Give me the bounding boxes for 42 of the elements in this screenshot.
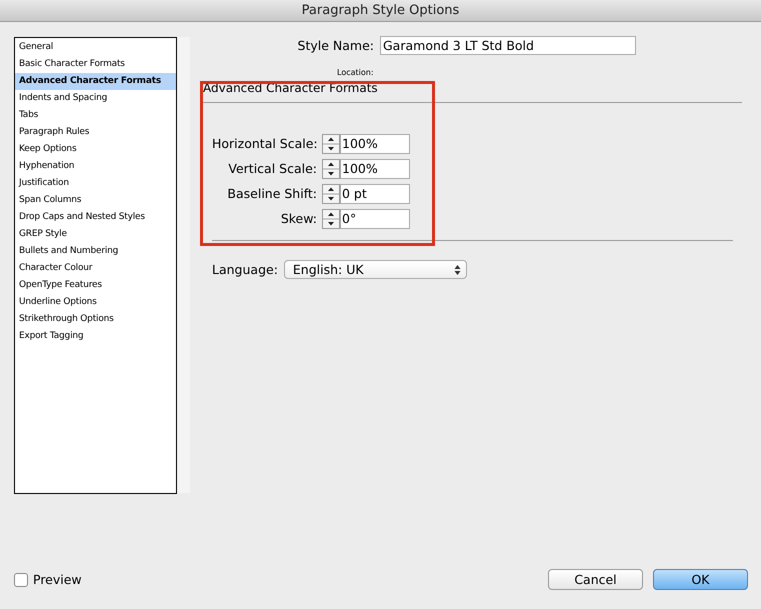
- category-item[interactable]: Keep Options: [15, 141, 176, 158]
- category-item[interactable]: Indents and Spacing: [15, 90, 176, 107]
- category-item[interactable]: Character Colour: [15, 260, 176, 277]
- category-item[interactable]: Bullets and Numbering: [15, 243, 176, 260]
- stepper-icon[interactable]: [322, 134, 340, 154]
- ok-button[interactable]: OK: [653, 569, 748, 590]
- field-label: Horizontal Scale:: [212, 136, 317, 151]
- field-label: Skew:: [280, 211, 317, 226]
- category-item[interactable]: Underline Options: [15, 294, 176, 311]
- stepper-icon[interactable]: [322, 158, 340, 178]
- preview-label: Preview: [33, 572, 82, 587]
- category-item[interactable]: Advanced Character Formats: [15, 73, 176, 90]
- language-label: Language:: [212, 262, 278, 277]
- category-item[interactable]: Span Columns: [15, 192, 176, 209]
- style-name-label: Style Name:: [296, 38, 374, 53]
- location-label: Location:: [337, 68, 374, 77]
- cancel-button[interactable]: Cancel: [548, 569, 643, 590]
- category-item[interactable]: Drop Caps and Nested Styles: [15, 209, 176, 226]
- value-field[interactable]: 100%: [340, 134, 410, 154]
- category-item[interactable]: Justification: [15, 175, 176, 192]
- section-title: Advanced Character Formats: [202, 81, 379, 95]
- value-field[interactable]: 0 pt: [340, 184, 410, 204]
- value-field[interactable]: 0°: [340, 208, 410, 228]
- category-item[interactable]: Strikethrough Options: [15, 311, 176, 328]
- language-dropdown[interactable]: English: UK: [284, 260, 467, 279]
- category-item[interactable]: Basic Character Formats: [15, 56, 176, 73]
- category-item[interactable]: Hyphenation: [15, 158, 176, 175]
- updown-arrows-icon: [454, 264, 461, 276]
- style-name-field[interactable]: Garamond 3 LT Std Bold: [380, 36, 636, 55]
- stepper-icon[interactable]: [322, 208, 340, 228]
- field-label: Vertical Scale:: [227, 161, 317, 176]
- stepper-icon[interactable]: [322, 184, 340, 204]
- category-item[interactable]: Export Tagging: [15, 328, 176, 345]
- preview-checkbox[interactable]: [14, 572, 28, 586]
- category-item[interactable]: General: [15, 39, 176, 56]
- category-item[interactable]: Paragraph Rules: [15, 124, 176, 141]
- category-item[interactable]: GREP Style: [15, 226, 176, 243]
- field-label: Baseline Shift:: [226, 186, 317, 201]
- category-item[interactable]: OpenType Features: [15, 277, 176, 294]
- value-field[interactable]: 100%: [340, 158, 410, 178]
- category-item[interactable]: Tabs: [15, 107, 176, 124]
- window-title: Paragraph Style Options: [302, 3, 460, 18]
